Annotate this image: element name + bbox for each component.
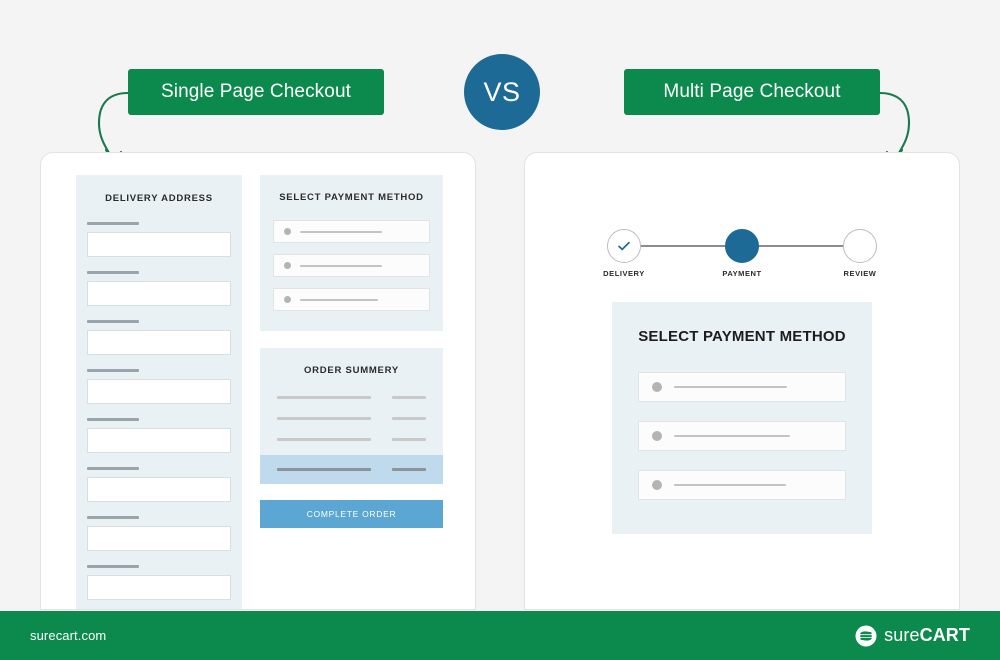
address-input[interactable] <box>87 281 231 306</box>
summary-row <box>277 417 426 420</box>
address-field-group <box>87 222 231 257</box>
stepper-step-payment[interactable]: PAYMENT <box>710 229 774 278</box>
radio-dot-icon <box>652 431 662 441</box>
radio-dot-icon <box>652 382 662 392</box>
summary-row <box>277 396 426 399</box>
payment-option-row[interactable] <box>638 372 846 402</box>
stepper-circle-payment[interactable] <box>725 229 759 263</box>
multi-page-checkout-label: Multi Page Checkout <box>624 69 880 115</box>
checkout-stepper: DELIVERY PAYMENT REVIEW <box>603 229 877 281</box>
address-field-group <box>87 320 231 355</box>
multi-page-layout: DELIVERY PAYMENT REVIEW SELECT PAYMENT M… <box>525 153 959 609</box>
single-page-layout: DELIVERY ADDRESS SELECT PAYMENT METHOD O… <box>41 153 475 609</box>
radio-dot-icon <box>284 262 291 269</box>
payment-option-label-placeholder <box>674 435 790 437</box>
delivery-address-title: DELIVERY ADDRESS <box>105 193 213 204</box>
summary-item-label-placeholder <box>277 438 371 441</box>
footer-bar: surecart.com sureCART <box>0 611 1000 660</box>
payment-option-label-placeholder <box>300 264 382 267</box>
single-page-checkout-label: Single Page Checkout <box>128 69 384 115</box>
payment-option-label-placeholder <box>674 386 787 388</box>
payment-option-row[interactable] <box>273 288 430 311</box>
field-label-placeholder <box>87 222 139 225</box>
multi-page-payment-panel: SELECT PAYMENT METHOD <box>612 302 872 534</box>
address-input[interactable] <box>87 526 231 551</box>
vs-badge: VS <box>464 54 540 130</box>
payment-option-row[interactable] <box>273 254 430 277</box>
payment-option-row[interactable] <box>638 421 846 451</box>
order-summary-panel: ORDER SUMMERY <box>260 348 443 484</box>
multi-page-checkout-card: DELIVERY PAYMENT REVIEW SELECT PAYMENT M… <box>524 152 960 610</box>
single-page-right-column: SELECT PAYMENT METHOD ORDER SUMMERY COMP… <box>260 175 443 609</box>
payment-option-row[interactable] <box>638 470 846 500</box>
address-input[interactable] <box>87 575 231 600</box>
summary-item-label-placeholder <box>277 396 371 399</box>
radio-dot-icon <box>652 480 662 490</box>
address-field-group <box>87 565 231 600</box>
address-input[interactable] <box>87 428 231 453</box>
payment-option-label-placeholder <box>300 230 382 233</box>
summary-item-value-placeholder <box>392 417 426 420</box>
curved-arrow-down-left-icon <box>97 91 130 162</box>
order-summary-section: ORDER SUMMERY COMPLETE ORDER <box>260 348 443 528</box>
delivery-address-panel: DELIVERY ADDRESS <box>76 175 242 609</box>
address-input[interactable] <box>87 232 231 257</box>
summary-row <box>277 438 426 441</box>
field-label-placeholder <box>87 418 139 421</box>
order-summary-title: ORDER SUMMERY <box>304 365 399 376</box>
surecart-logo[interactable]: sureCART <box>855 625 970 647</box>
address-field-group <box>87 271 231 306</box>
field-label-placeholder <box>87 565 139 568</box>
address-input[interactable] <box>87 330 231 355</box>
surecart-circle-mark-icon <box>855 625 877 646</box>
payment-method-title: SELECT PAYMENT METHOD <box>279 192 424 203</box>
summary-total-label-placeholder <box>277 468 371 471</box>
payment-option-row[interactable] <box>273 220 430 243</box>
field-label-placeholder <box>87 271 139 274</box>
order-summary-rows <box>260 396 443 441</box>
stepper-label-delivery: DELIVERY <box>603 269 645 278</box>
multi-page-payment-title: SELECT PAYMENT METHOD <box>638 328 846 345</box>
summary-total-value-placeholder <box>392 468 426 471</box>
page-root: Single Page Checkout VS Multi Page Check… <box>0 0 1000 660</box>
summary-item-value-placeholder <box>392 396 426 399</box>
address-field-group <box>87 418 231 453</box>
summary-total-row <box>260 455 443 484</box>
curved-arrow-down-right-icon <box>878 91 911 162</box>
payment-method-panel: SELECT PAYMENT METHOD <box>260 175 443 331</box>
logo-text-cart: CART <box>919 625 970 645</box>
address-input[interactable] <box>87 379 231 404</box>
field-label-placeholder <box>87 320 139 323</box>
stepper-step-review[interactable]: REVIEW <box>828 229 892 278</box>
payment-option-label-placeholder <box>674 484 786 486</box>
stepper-label-review: REVIEW <box>843 269 877 278</box>
radio-dot-icon <box>284 228 291 235</box>
logo-text-sure: sure <box>884 625 920 645</box>
field-label-placeholder <box>87 369 139 372</box>
radio-dot-icon <box>284 296 291 303</box>
stepper-label-payment: PAYMENT <box>722 269 762 278</box>
field-label-placeholder <box>87 467 139 470</box>
single-page-checkout-card: DELIVERY ADDRESS SELECT PAYMENT METHOD O… <box>40 152 476 610</box>
payment-option-label-placeholder <box>300 298 378 301</box>
address-field-group <box>87 467 231 502</box>
surecart-wordmark: sureCART <box>884 625 970 646</box>
field-label-placeholder <box>87 516 139 519</box>
address-field-group <box>87 516 231 551</box>
stepper-step-delivery[interactable]: DELIVERY <box>592 229 656 278</box>
summary-item-label-placeholder <box>277 417 371 420</box>
check-icon <box>618 241 630 251</box>
address-input[interactable] <box>87 477 231 502</box>
complete-order-button[interactable]: COMPLETE ORDER <box>260 500 443 528</box>
stepper-circle-delivery[interactable] <box>607 229 641 263</box>
summary-item-value-placeholder <box>392 438 426 441</box>
stepper-circle-review[interactable] <box>843 229 877 263</box>
footer-url[interactable]: surecart.com <box>30 628 106 643</box>
address-field-group <box>87 369 231 404</box>
